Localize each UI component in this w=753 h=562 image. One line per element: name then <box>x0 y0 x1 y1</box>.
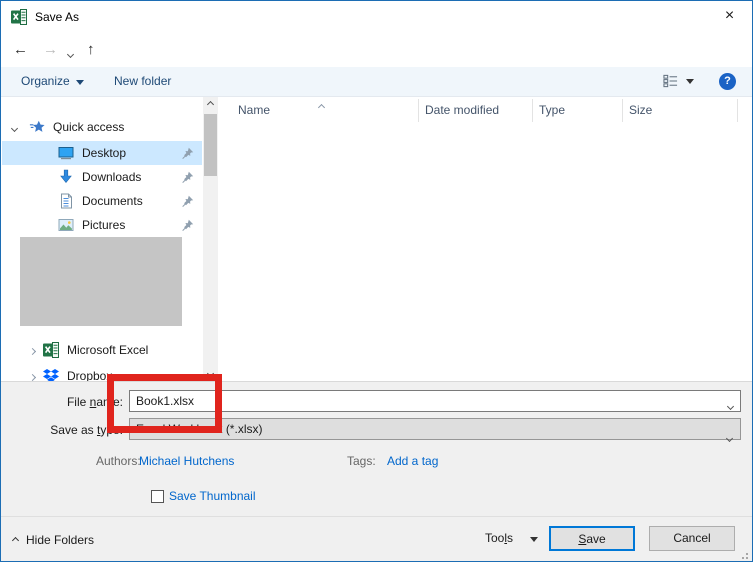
save-form: File name: Save as type: Excel Workbook … <box>1 381 752 516</box>
add-tag-link[interactable]: Add a tag <box>387 454 438 468</box>
organize-dropdown-icon <box>76 80 84 85</box>
column-header-type[interactable]: Type <box>539 97 565 124</box>
title-bar: Save As × <box>1 1 752 33</box>
dropbox-icon <box>43 368 59 381</box>
dialog-footer: Hide Folders Tools Save Cancel <box>1 516 752 562</box>
cancel-button[interactable]: Cancel <box>649 526 735 551</box>
save-button[interactable]: Save <box>549 526 635 551</box>
download-icon <box>58 169 74 185</box>
excel-app-icon <box>11 9 27 25</box>
file-name-label: File name: <box>1 391 123 413</box>
file-name-dropdown-icon[interactable] <box>728 398 733 412</box>
up-button[interactable]: ↑ <box>87 39 95 61</box>
window-title: Save As <box>35 1 79 33</box>
file-name-field-wrap <box>129 390 741 412</box>
main-area: Quick access Desktop Downloads <box>1 97 752 381</box>
navigation-pane: Quick access Desktop Downloads <box>2 97 202 381</box>
scroll-up-icon[interactable] <box>203 97 218 112</box>
sidebar-item-downloads[interactable]: Downloads <box>2 165 202 189</box>
authors-value-link[interactable]: Michael Hutchens <box>139 454 234 468</box>
metadata-row: Authors: Michael Hutchens Tags: Add a ta… <box>1 454 752 470</box>
pin-icon <box>182 195 194 207</box>
excel-icon <box>43 342 59 358</box>
file-list-header: Name Date modified Type Size <box>218 97 752 124</box>
hide-folders-button[interactable]: Hide Folders <box>13 533 94 547</box>
expand-icon[interactable] <box>30 369 35 381</box>
monitor-icon <box>58 145 74 161</box>
resize-grip[interactable] <box>738 549 748 559</box>
save-thumbnail-option: Save Thumbnail <box>151 489 256 503</box>
column-header-date-modified[interactable]: Date modified <box>425 97 499 124</box>
tools-button[interactable]: Tools <box>485 531 538 545</box>
sidebar-item-quick-access[interactable]: Quick access <box>2 115 202 139</box>
sidebar-item-dropbox[interactable]: Dropbox <box>2 364 202 381</box>
sidebar-item-desktop[interactable]: Desktop <box>2 141 202 165</box>
scroll-down-icon[interactable] <box>203 366 218 381</box>
change-view-button[interactable] <box>663 74 694 88</box>
new-folder-button[interactable]: New folder <box>114 67 171 96</box>
command-bar: Organize New folder ? <box>1 67 752 97</box>
navigation-bar: ← → ↑ This PC Desktop <box>1 33 752 67</box>
sidebar-item-documents[interactable]: Documents <box>2 189 202 213</box>
document-icon <box>58 193 74 209</box>
column-header-name[interactable]: Name <box>238 97 270 124</box>
save-as-type-select[interactable]: Excel Workbook (*.xlsx) <box>129 418 741 440</box>
expand-collapse-icon[interactable] <box>12 120 17 134</box>
save-as-dialog: Save As × ← → ↑ This PC Desktop <box>0 0 753 562</box>
save-thumbnail-checkbox[interactable] <box>151 490 164 503</box>
file-name-input[interactable] <box>129 390 741 412</box>
sidebar-item-microsoft-excel[interactable]: Microsoft Excel <box>2 338 202 362</box>
authors-label: Authors: <box>96 454 141 468</box>
sidebar-scrollbar[interactable] <box>203 97 218 381</box>
recent-locations-dropdown[interactable] <box>68 46 73 60</box>
save-as-type-label: Save as type: <box>1 419 123 441</box>
pictures-icon <box>58 217 74 233</box>
forward-button[interactable]: → <box>43 39 58 61</box>
quick-access-star-icon <box>29 119 45 135</box>
pin-icon <box>182 171 194 183</box>
back-button[interactable]: ← <box>13 39 28 61</box>
save-as-type-dropdown-icon <box>727 427 732 447</box>
organize-button[interactable]: Organize <box>21 67 84 96</box>
column-header-size[interactable]: Size <box>629 97 652 124</box>
collapse-icon <box>12 536 19 543</box>
expand-icon[interactable] <box>30 343 35 357</box>
close-button[interactable]: × <box>707 1 752 33</box>
preview-thumbnail <box>20 237 182 326</box>
sort-ascending-icon <box>319 99 324 113</box>
sidebar-item-pictures[interactable]: Pictures <box>2 213 202 237</box>
details-view-icon <box>663 74 678 88</box>
pin-icon <box>182 147 194 159</box>
view-dropdown-icon <box>686 79 694 84</box>
pin-icon <box>182 219 194 231</box>
save-thumbnail-label: Save Thumbnail <box>169 489 256 503</box>
tools-dropdown-icon <box>530 537 538 542</box>
help-button[interactable]: ? <box>719 73 736 90</box>
scrollbar-thumb[interactable] <box>204 114 217 176</box>
tags-label: Tags: <box>347 454 376 468</box>
